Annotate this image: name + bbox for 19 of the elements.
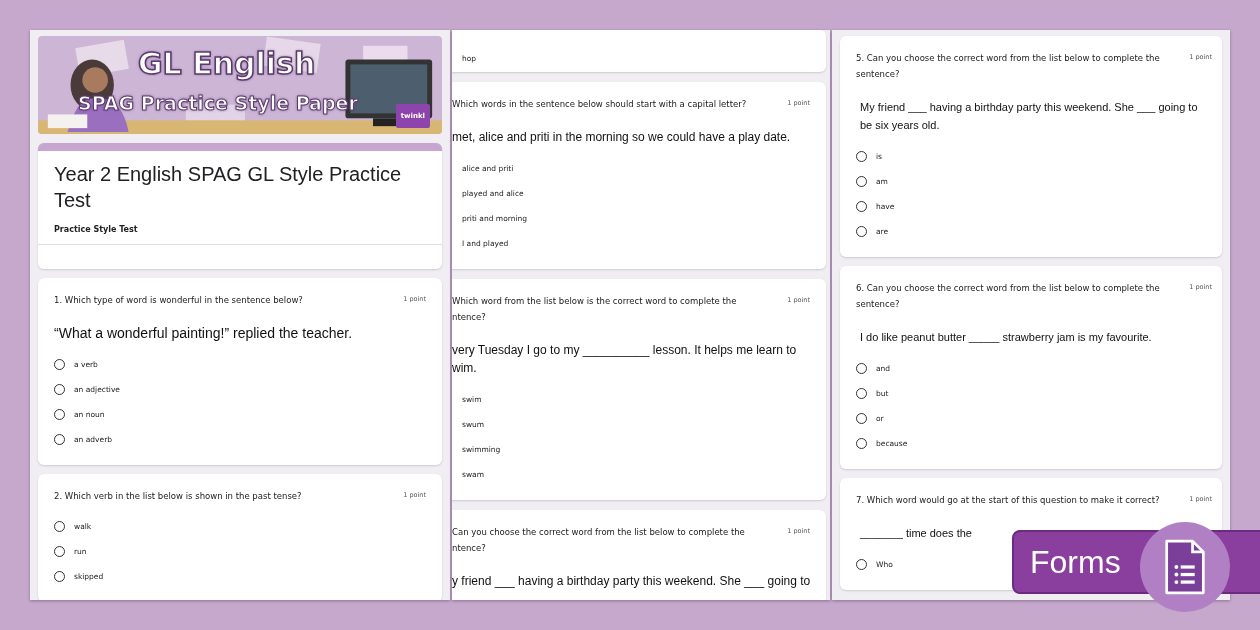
question-text: 6. Can you choose the correct word from the list below to complete the sentence? [856,282,1160,311]
question-text: 7. Which word would go at the start of this question to make it correct? [856,494,1160,507]
form-title: Year 2 English SPAG GL Style Practice Test [54,162,403,213]
question-text: 1. Which type of word is wonderful in the sentence below? [54,294,303,307]
question-sentence: very Tuesday I go to my __________ lesson. It helps me learn to wim. [452,342,798,377]
question-text: Can you choose the correct word from the list below to complete the ntence? [452,526,745,555]
question-text: Which words in the sentence below should start with a capital letter? [452,98,747,111]
question-sentence: _______ time does the [859,526,973,541]
question-text: 2. Which verb in the list below is shown in the past tense? [54,490,302,503]
question-text: 5. Can you choose the correct word from the list below to complete the sentence? [856,52,1160,81]
question-sentence: “What a wonderful painting!” replied the teacher. [54,324,354,342]
form-description: Practice Style Test [54,225,139,234]
question-sentence: My friend ___ having a birthday party this weekend. She ___ going to be six years old. [859,100,1199,133]
badge-label: Forms [1030,543,1121,581]
question-sentence: I do like peanut butter _____ strawberry jam is my favourite. [859,330,1153,345]
question-sentence: met, alice and priti in the morning so we could have a play date. [452,129,792,146]
banner-title: GL English [138,46,316,81]
question-text: Which word from the list below is the correct word to complete the ntence? [452,295,737,324]
question-sentence: y friend ___ having a birthday party this weekend. She ___ going to [452,573,810,590]
